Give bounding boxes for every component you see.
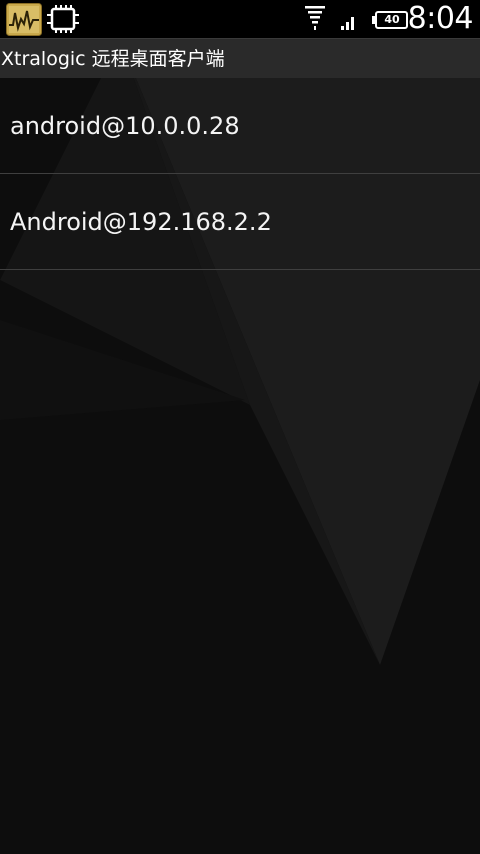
status-bar: 40 8:04 xyxy=(0,0,480,38)
title-bar: Xtralogic 远程桌面客户端 xyxy=(0,38,480,78)
system-monitor-icon xyxy=(6,3,42,36)
host-label: Android@192.168.2.2 xyxy=(10,208,272,236)
host-list: android@10.0.0.28 Android@192.168.2.2 xyxy=(0,78,480,270)
host-item[interactable]: Android@192.168.2.2 xyxy=(0,174,480,270)
signal-icon xyxy=(341,17,354,30)
clock: 8:04 xyxy=(407,1,474,36)
battery-level: 40 xyxy=(384,13,400,26)
host-item[interactable]: android@10.0.0.28 xyxy=(0,78,480,174)
host-label: android@10.0.0.28 xyxy=(10,112,240,140)
wifi-icon xyxy=(305,6,325,30)
chip-icon xyxy=(47,5,79,33)
app-title: Xtralogic 远程桌面客户端 xyxy=(1,48,225,70)
